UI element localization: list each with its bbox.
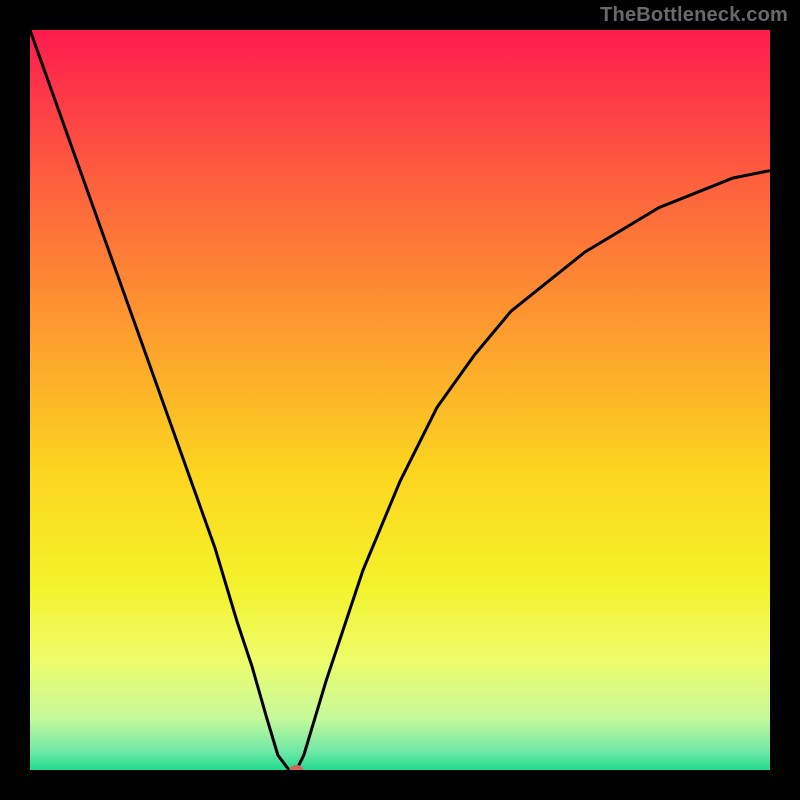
plot-area: [30, 30, 770, 770]
chart-svg: [30, 30, 770, 770]
chart-frame: TheBottleneck.com: [0, 0, 800, 800]
gradient-background: [30, 30, 770, 770]
watermark-label: TheBottleneck.com: [600, 4, 788, 27]
